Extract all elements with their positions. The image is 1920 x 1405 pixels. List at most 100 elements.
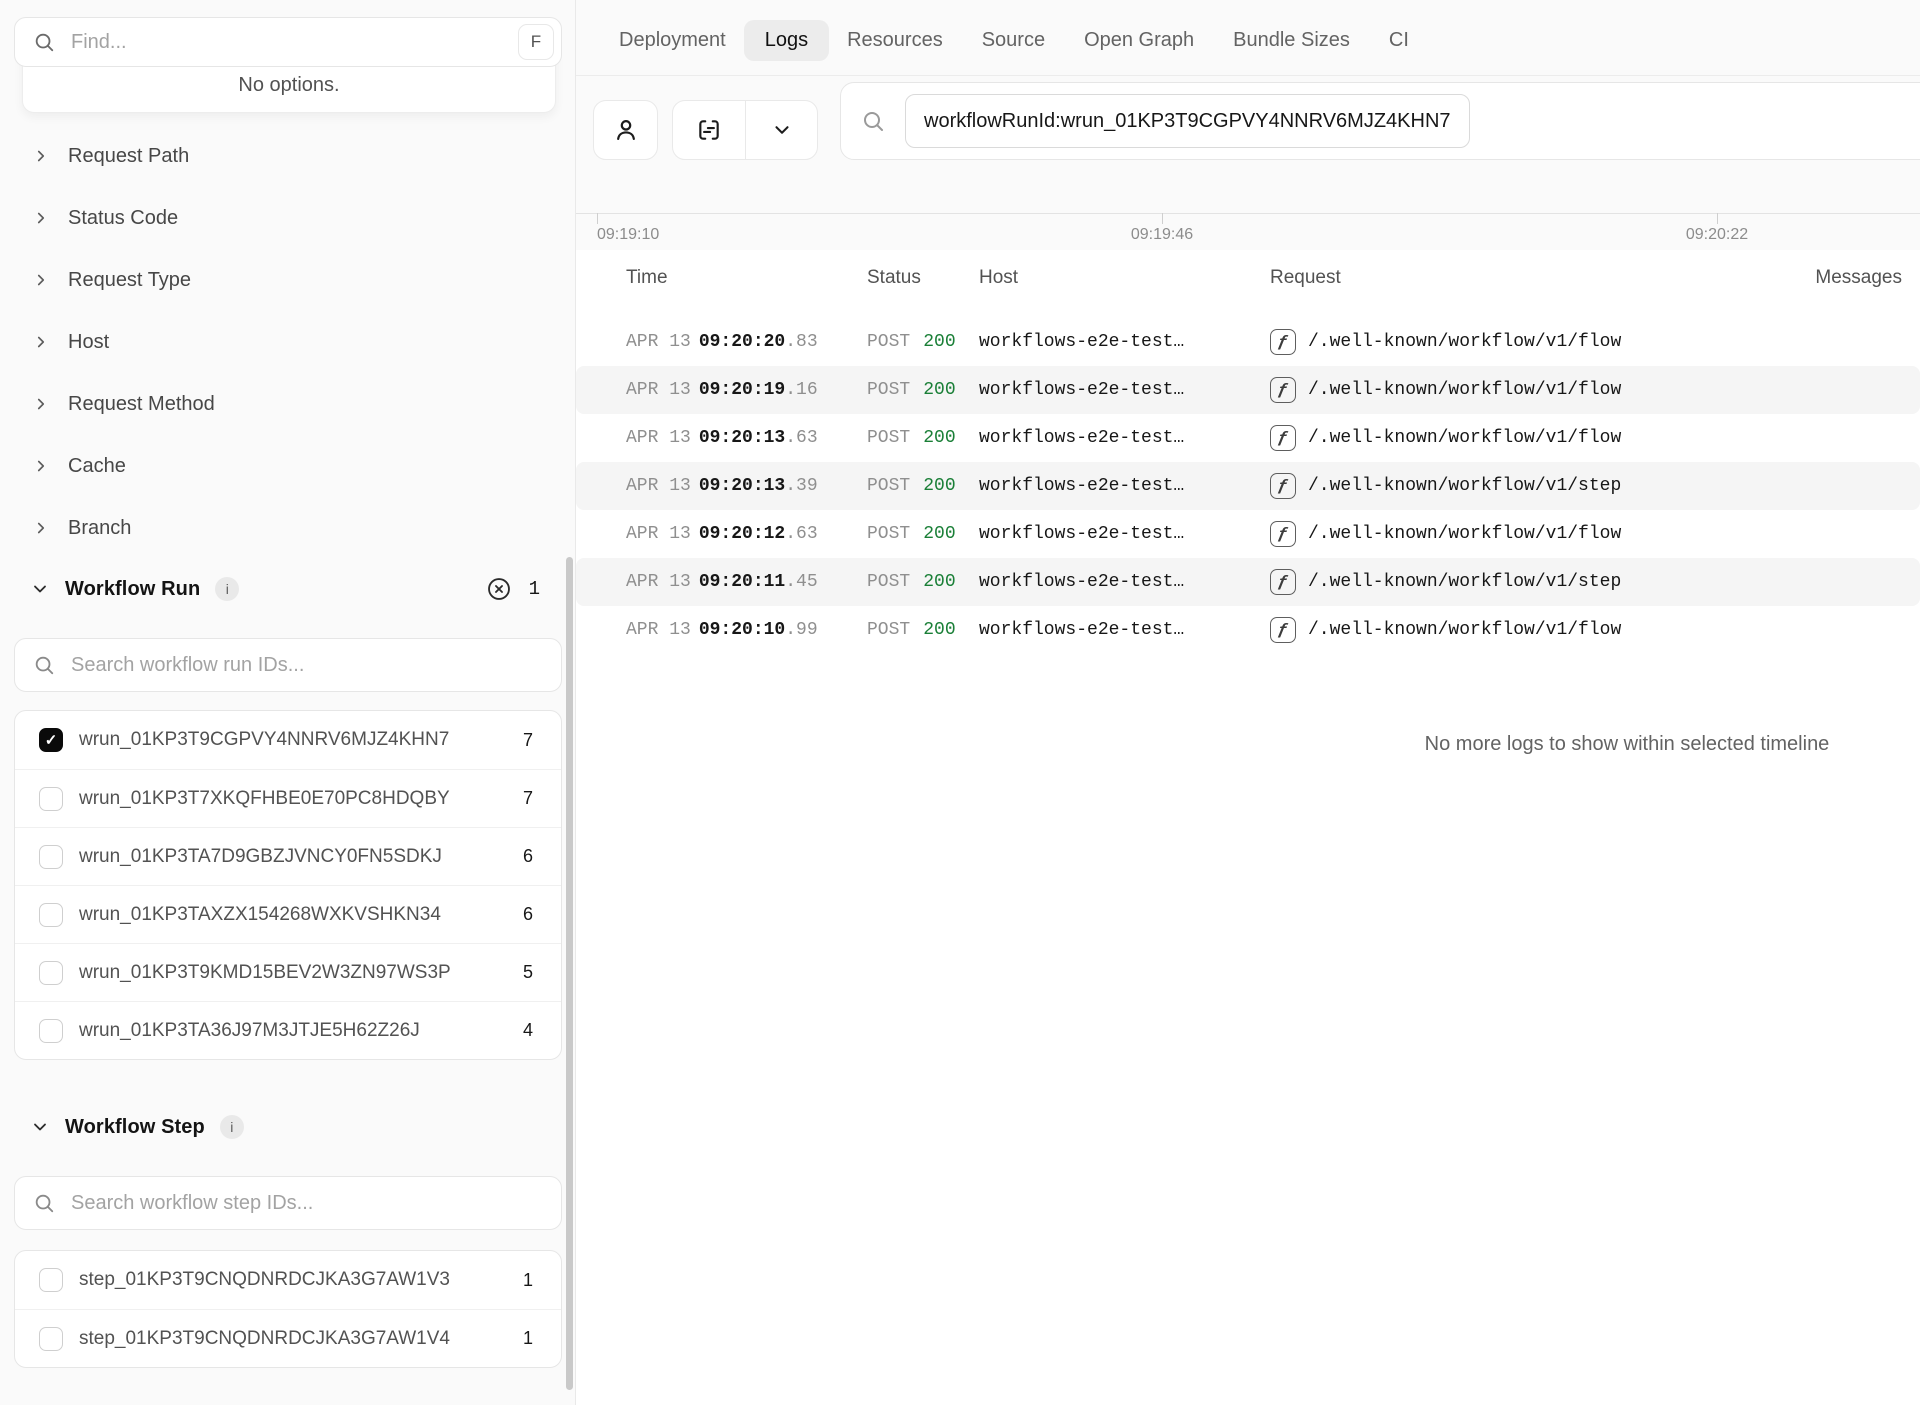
chevron-right-icon — [32, 457, 50, 475]
log-date: APR 13 — [626, 428, 691, 448]
function-icon: ƒ — [1270, 473, 1296, 499]
request-path: /.well-known/workflow/v1/flow — [1308, 380, 1621, 400]
column-header-status[interactable]: Status — [867, 267, 979, 289]
tab[interactable]: Deployment — [619, 29, 726, 52]
column-header-host[interactable]: Host — [979, 267, 1270, 289]
log-host: workflows-e2e-test… — [979, 380, 1270, 400]
tick-mark — [1717, 213, 1718, 224]
find-input[interactable] — [69, 30, 518, 55]
live-mode-dropdown-button[interactable] — [745, 101, 817, 159]
find-box[interactable]: F — [14, 17, 562, 67]
find-shortcut-badge: F — [518, 24, 554, 60]
timeline-ruler[interactable]: 09:19:10 09:19:46 09:20:22 — [576, 213, 1920, 255]
tab[interactable]: Bundle Sizes — [1233, 29, 1350, 52]
column-header-messages[interactable]: Messages — [1778, 267, 1920, 289]
workflow-run-item[interactable]: wrun_01KP3TAXZX154268WXKVSHKN34 6 — [15, 885, 561, 943]
checkbox[interactable] — [39, 903, 63, 927]
tab[interactable]: Source — [982, 29, 1045, 52]
checkbox[interactable] — [39, 1327, 63, 1351]
log-status: POST200 — [867, 476, 979, 496]
filter-section-header[interactable]: Request Method — [0, 373, 576, 435]
column-header-time[interactable]: Time — [626, 267, 867, 289]
log-host: workflows-e2e-test… — [979, 476, 1270, 496]
checkbox[interactable] — [39, 1268, 63, 1292]
chevron-down-icon — [771, 119, 793, 141]
status-code: 200 — [923, 620, 955, 640]
log-request: ƒ/.well-known/workflow/v1/flow — [1270, 617, 1778, 643]
tab[interactable]: Open Graph — [1084, 29, 1194, 52]
log-timestamp: 09:20:10 — [699, 620, 785, 640]
filter-sections: Request Path Status Code Request Type — [0, 125, 576, 559]
workflow-run-item[interactable]: wrun_01KP3TA7D9GBZJVNCY0FN5SDKJ 6 — [15, 827, 561, 885]
log-timestamp: 09:20:13 — [699, 428, 785, 448]
request-path: /.well-known/workflow/v1/flow — [1308, 428, 1621, 448]
filter-section-header[interactable]: Cache — [0, 435, 576, 497]
circle-x-icon — [486, 576, 512, 602]
log-row[interactable]: APR 1309:20:19.16 POST200 workflows-e2e-… — [576, 366, 1920, 414]
log-row[interactable]: APR 1309:20:13.39 POST200 workflows-e2e-… — [576, 462, 1920, 510]
workflow-step-item[interactable]: step_01KP3T9CNQDNRDCJKA3G7AW1V3 1 — [15, 1251, 561, 1309]
log-timestamp: 09:20:11 — [699, 572, 785, 592]
log-table: Time Status Host Request Messages APR 13… — [576, 250, 1920, 1405]
function-icon: ƒ — [1270, 425, 1296, 451]
checkbox[interactable] — [39, 1019, 63, 1043]
workflow-run-item[interactable]: wrun_01KP3TA36J97M3JTJE5H62Z26J 4 — [15, 1001, 561, 1059]
workflow-step-header[interactable]: Workflow Step i — [0, 1112, 576, 1142]
workflow-run-list: wrun_01KP3T9CGPVY4NNRV6MJZ4KHN7 7 wrun_0… — [14, 710, 562, 1060]
workflow-run-search-input[interactable] — [69, 653, 543, 678]
live-tail-button[interactable] — [673, 101, 745, 159]
log-row[interactable]: APR 1309:20:13.63 POST200 workflows-e2e-… — [576, 414, 1920, 462]
workflow-step-title: Workflow Step — [65, 1116, 205, 1139]
log-milliseconds: .45 — [785, 572, 817, 592]
filter-section-header[interactable]: Branch — [0, 497, 576, 559]
clear-workflow-run-filter-button[interactable] — [486, 576, 512, 602]
workflow-run-item[interactable]: wrun_01KP3T9CGPVY4NNRV6MJZ4KHN7 7 — [15, 711, 561, 769]
tab[interactable]: Resources — [847, 29, 943, 52]
log-status: POST200 — [867, 332, 979, 352]
workflow-run-item[interactable]: wrun_01KP3T9KMD15BEV2W3ZN97WS3P 5 — [15, 943, 561, 1001]
log-timestamp: 09:20:13 — [699, 476, 785, 496]
info-icon[interactable]: i — [215, 577, 239, 601]
log-row[interactable]: APR 1309:20:10.99 POST200 workflows-e2e-… — [576, 606, 1920, 654]
log-host: workflows-e2e-test… — [979, 428, 1270, 448]
workflow-run-header[interactable]: Workflow Run i 1 — [0, 574, 576, 604]
checkbox[interactable] — [39, 845, 63, 869]
chevron-right-icon — [32, 519, 50, 537]
checkbox[interactable] — [39, 728, 63, 752]
sidebar-scrollbar[interactable] — [566, 557, 573, 1390]
function-icon: ƒ — [1270, 521, 1296, 547]
workflow-step-search-input[interactable] — [69, 1191, 543, 1216]
workflow-run-item[interactable]: wrun_01KP3T7XKQFHBE0E70PC8HDQBY 7 — [15, 769, 561, 827]
checkbox[interactable] — [39, 787, 63, 811]
filter-section-header[interactable]: Request Type — [0, 249, 576, 311]
log-milliseconds: .63 — [785, 428, 817, 448]
timeline-ticks: 09:19:10 09:19:46 09:20:22 — [576, 213, 1920, 255]
header-divider — [576, 75, 1920, 76]
tab[interactable]: Logs — [744, 20, 829, 61]
filter-section-label: Branch — [68, 517, 131, 540]
log-row[interactable]: APR 1309:20:11.45 POST200 workflows-e2e-… — [576, 558, 1920, 606]
workflow-run-search-box[interactable] — [14, 638, 562, 692]
filter-section-header[interactable]: Status Code — [0, 187, 576, 249]
workflow-run-id: wrun_01KP3TA36J97M3JTJE5H62Z26J — [79, 1020, 507, 1042]
tab[interactable]: CI — [1389, 29, 1409, 52]
info-icon[interactable]: i — [220, 1115, 244, 1139]
workflow-step-search-box[interactable] — [14, 1176, 562, 1230]
log-request: ƒ/.well-known/workflow/v1/flow — [1270, 329, 1778, 355]
column-header-request[interactable]: Request — [1270, 267, 1778, 289]
request-path: /.well-known/workflow/v1/flow — [1308, 620, 1621, 640]
workflow-step-item[interactable]: step_01KP3T9CNQDNRDCJKA3G7AW1V4 1 — [15, 1309, 561, 1367]
logs-search-bar[interactable]: workflowRunId:wrun_01KP3T9CGPVY4NNRV6MJZ… — [840, 82, 1920, 160]
log-host: workflows-e2e-test… — [979, 524, 1270, 544]
filter-section-header[interactable]: Host — [0, 311, 576, 373]
log-row[interactable]: APR 1309:20:20.83 POST200 workflows-e2e-… — [576, 318, 1920, 366]
filter-section-header[interactable]: Request Path — [0, 125, 576, 187]
user-filter-button[interactable] — [593, 100, 658, 160]
request-path: /.well-known/workflow/v1/flow — [1308, 332, 1621, 352]
checkbox[interactable] — [39, 961, 63, 985]
chevron-right-icon — [32, 333, 50, 351]
workflow-step-count: 1 — [523, 1328, 533, 1349]
search-query-chip[interactable]: workflowRunId:wrun_01KP3T9CGPVY4NNRV6MJZ… — [905, 94, 1470, 148]
host-text: workflows-e2e-test… — [979, 572, 1184, 592]
log-row[interactable]: APR 1309:20:12.63 POST200 workflows-e2e-… — [576, 510, 1920, 558]
